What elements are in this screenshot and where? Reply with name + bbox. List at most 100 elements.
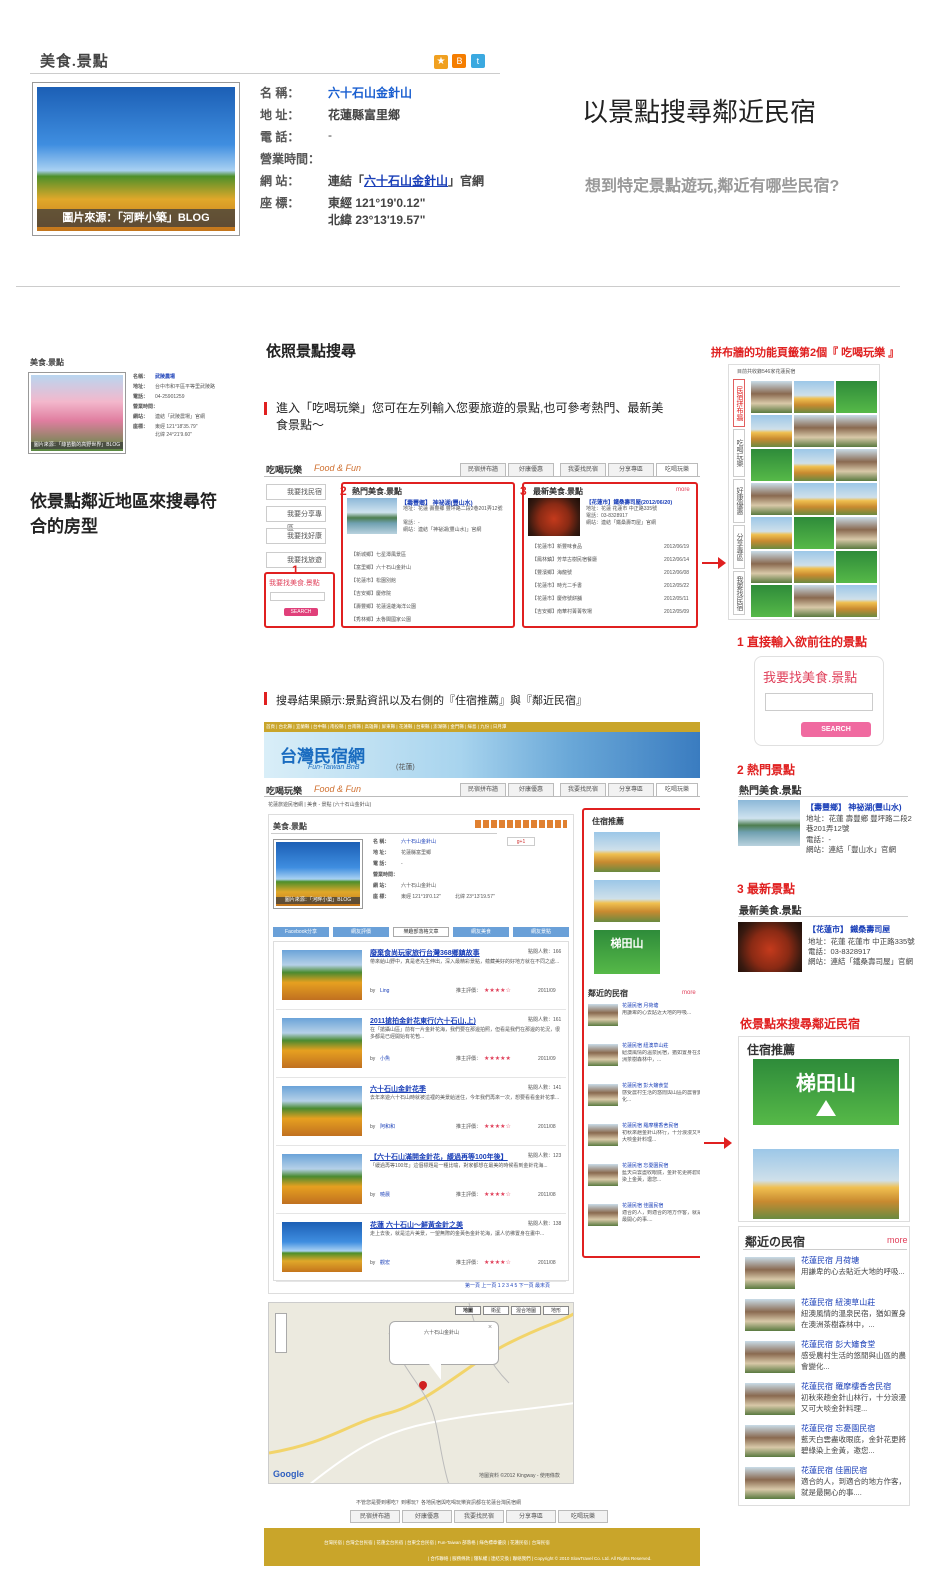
map-type-4[interactable]: 地形 xyxy=(543,1306,569,1315)
near-bnb-name[interactable]: 花蓮民宿 羅摩樓香舍民宿 xyxy=(801,1381,891,1392)
nav-tab-1[interactable]: 民宿拼布牆 xyxy=(460,463,506,476)
inner-near-photo[interactable] xyxy=(588,1164,618,1186)
blog-post-photo[interactable] xyxy=(282,1018,362,1068)
hot-item-4[interactable]: 【吉安鄉】慶修院 xyxy=(351,591,391,598)
blog-post-author[interactable]: 小魚 xyxy=(380,1056,390,1063)
inner-near-photo[interactable] xyxy=(588,1204,618,1226)
new-more-link[interactable]: more xyxy=(676,487,690,493)
right-near-more[interactable]: more xyxy=(887,1235,908,1245)
map-type-1[interactable]: 地圖 xyxy=(455,1306,481,1315)
inner-stay-photo-1[interactable] xyxy=(594,832,660,872)
star-icon[interactable]: ★ xyxy=(434,55,448,69)
strip-tab-2[interactable]: 吃喝玩樂 xyxy=(733,429,745,477)
content-tab-2[interactable]: 網友評價 xyxy=(333,927,389,937)
blog-post-title[interactable]: 廢棄食尚玩家旅行台灣368鄉鎮故事 xyxy=(370,948,480,958)
hot-item-1[interactable]: 【新城鄉】七星潭風景區 xyxy=(351,552,406,559)
near-bnb-photo[interactable] xyxy=(745,1257,795,1289)
map[interactable]: 地圖 衛星 混合地圖 地形 六十石山金針山 × Google 地圖資料 ©201… xyxy=(268,1302,574,1484)
inner-near-item[interactable]: 花蓮民宿 彭大嬸食堂 感受農村生活的悠閒與山區的農會變化... xyxy=(588,1082,700,1120)
inner-near-item[interactable]: 花蓮民宿 月荷塘 用謙卑的心去貼近大地的呼吸... xyxy=(588,1002,700,1040)
hot-item-2[interactable]: 【富里鄉】六十石山金針山 xyxy=(351,565,411,572)
near-bnb-photo[interactable] xyxy=(745,1341,795,1373)
new-item-2[interactable]: 【鳳林鎮】芳草古樹民宿餐廳 xyxy=(532,557,597,564)
inner-stay-photo-2[interactable] xyxy=(594,880,660,922)
near-bnb-photo[interactable] xyxy=(745,1467,795,1499)
inner-near-item[interactable]: 花蓮民宿 忘憂園民宿 藍天白雲盡收眼底，金針花更將碧綠染上金黃，邀您... xyxy=(588,1162,700,1200)
right-stay-photo-1[interactable]: 梯田山 xyxy=(753,1059,899,1125)
near-bnb-photo[interactable] xyxy=(745,1383,795,1415)
blog-post-photo[interactable] xyxy=(282,1086,362,1136)
new-item-6[interactable]: 【吉安鄉】南華村菁菁牧場 xyxy=(532,609,592,616)
hot-item-6[interactable]: 【秀林鄉】太魯閣國家公園 xyxy=(351,617,411,624)
blog-post-title[interactable]: 六十石山金針花季 xyxy=(370,1084,426,1094)
right-search-button[interactable]: SEARCH xyxy=(801,722,871,737)
near-bnb-name[interactable]: 花蓮民宿 忘憂園民宿 xyxy=(801,1423,875,1434)
footer-nav-5[interactable]: 吃喝玩樂 xyxy=(558,1510,608,1523)
blog-post-author[interactable]: Ling xyxy=(380,988,389,995)
inner-near-photo[interactable] xyxy=(588,1084,618,1106)
blog-post-author[interactable]: 阿和和 xyxy=(380,1124,395,1131)
near-bnb-name[interactable]: 花蓮民宿 彭大嬸食堂 xyxy=(801,1339,875,1350)
inner-web-value[interactable]: 六十石山金針山 xyxy=(401,883,436,890)
inner-near-name[interactable]: 花蓮民宿 月荷塘 xyxy=(622,1002,658,1009)
near-bnb-item[interactable]: 花蓮民宿 羅摩樓香舍民宿 初秋來趟金針山林行，十分浪漫又可大啖金針料理... xyxy=(743,1379,907,1419)
new-feature[interactable]: 【花蓮市】鐵桑壽司屋(2012/06/20) xyxy=(586,498,672,506)
strip-tab-5[interactable]: 我要找民宿 xyxy=(733,571,745,615)
blog-post-title[interactable]: 花蓮 六十石山～鮮黃金針之美 xyxy=(370,1220,463,1230)
blogger-icon[interactable]: B xyxy=(452,54,467,68)
map-type-3[interactable]: 混合地圖 xyxy=(511,1306,541,1315)
spot-search-button[interactable]: SEARCH xyxy=(284,608,318,616)
blog-post-title[interactable]: 2011搶拍金針花東行(六十石山,上) xyxy=(370,1016,476,1026)
content-tab-1[interactable]: Facebook分享 xyxy=(273,927,329,937)
inner-near-more[interactable]: more xyxy=(682,990,696,996)
footer-nav-4[interactable]: 分享專區 xyxy=(506,1510,556,1523)
near-bnb-name[interactable]: 花蓮民宿 紐澳草山莊 xyxy=(801,1297,875,1308)
spot-search-input[interactable] xyxy=(270,592,325,601)
map-zoom-control[interactable] xyxy=(275,1313,287,1353)
side-btn-3[interactable]: 我要找好康 xyxy=(266,528,326,544)
strip-tab-4[interactable]: 分享專區 xyxy=(733,525,745,569)
blog-post-author[interactable]: 觀宏 xyxy=(380,1260,390,1267)
share-icons[interactable]: ★ B t xyxy=(434,51,490,69)
inner-near-item[interactable]: 花蓮民宿 佳圓民宿 適合的人，到適合的地方作客，就是最開心的事.... xyxy=(588,1202,700,1240)
strip-tab-1[interactable]: 民宿拼布牆 xyxy=(733,379,745,427)
blog-post-author[interactable]: 曉晨 xyxy=(380,1192,390,1199)
right-search-input[interactable] xyxy=(765,693,873,711)
patchwork-grid[interactable] xyxy=(751,381,877,617)
near-bnb-item[interactable]: 花蓮民宿 紐澳草山莊 紐澳風情的溫泉民宿，猶如置身在澳洲茶樹森林中，... xyxy=(743,1295,907,1335)
new-item-4[interactable]: 【花蓮市】時光二手書 xyxy=(532,583,582,590)
blog-post-photo[interactable] xyxy=(282,1222,362,1272)
right-hot-feature[interactable]: 【壽豐鄉】 神祕湖(豐山水) xyxy=(806,802,902,813)
official-site-link[interactable]: 六十石山金針山 xyxy=(364,174,448,188)
inner-near-photo[interactable] xyxy=(588,1124,618,1146)
blog-post-photo[interactable] xyxy=(282,950,362,1000)
inner-near-name[interactable]: 花蓮民宿 佳圓民宿 xyxy=(622,1202,663,1209)
right-stay-photo-2[interactable] xyxy=(753,1149,899,1219)
near-bnb-name[interactable]: 花蓮民宿 月荷塘 xyxy=(801,1255,859,1266)
footer-links[interactable]: 台灣民宿 | 台灣全台民宿 | 花蓮全台民宿 | 台東全台民宿 | Fun-Ta… xyxy=(324,1540,550,1546)
nav-tab-5[interactable]: 吃喝玩樂 xyxy=(656,463,698,476)
inner-near-name[interactable]: 花蓮民宿 彭大嬸食堂 xyxy=(622,1082,668,1089)
near-bnb-photo[interactable] xyxy=(745,1425,795,1457)
nav2-tab-4[interactable]: 分享專區 xyxy=(608,783,654,796)
near-bnb-item[interactable]: 花蓮民宿 佳圓民宿 適合的人，到適合的地方作客，就是最開心的事.... xyxy=(743,1463,907,1503)
strip-tab-3[interactable]: 好康優惠 xyxy=(733,479,745,523)
new-item-1[interactable]: 【花蓮市】新豐味食品 xyxy=(532,544,582,551)
inner-near-name[interactable]: 花蓮民宿 忘憂園民宿 xyxy=(622,1162,668,1169)
nav-tab-3[interactable]: 我要找民宿 xyxy=(560,463,606,476)
content-tab-4[interactable]: 網友美食 xyxy=(453,927,509,937)
hot-item-5[interactable]: 【壽豐鄉】花蓮遠雄海洋公園 xyxy=(351,604,416,611)
right-new-feature[interactable]: 【花蓮市】 鐵桑壽司屋 xyxy=(808,924,890,935)
inner-near-name[interactable]: 花蓮民宿 紐澳草山莊 xyxy=(622,1042,668,1049)
side-btn-2[interactable]: 我要分享專區 xyxy=(266,506,326,532)
blog-post-title[interactable]: 【六十石山滿開金針花，緩過再等100年後】 xyxy=(370,1152,508,1162)
right-hot-photo[interactable] xyxy=(738,800,800,846)
new-item-5[interactable]: 【花蓮市】慶修號餅舖 xyxy=(532,596,582,603)
inner-stay-photo-3[interactable]: 梯田山 xyxy=(594,930,660,974)
twitter-icon[interactable]: t xyxy=(470,54,485,68)
inner-share-icons[interactable] xyxy=(475,820,567,828)
nav2-tab-3[interactable]: 我要找民宿 xyxy=(560,783,606,796)
map-close-icon[interactable]: × xyxy=(488,1324,492,1331)
right-new-photo[interactable] xyxy=(738,922,802,972)
side-btn-1[interactable]: 我要找民宿 xyxy=(266,484,326,500)
